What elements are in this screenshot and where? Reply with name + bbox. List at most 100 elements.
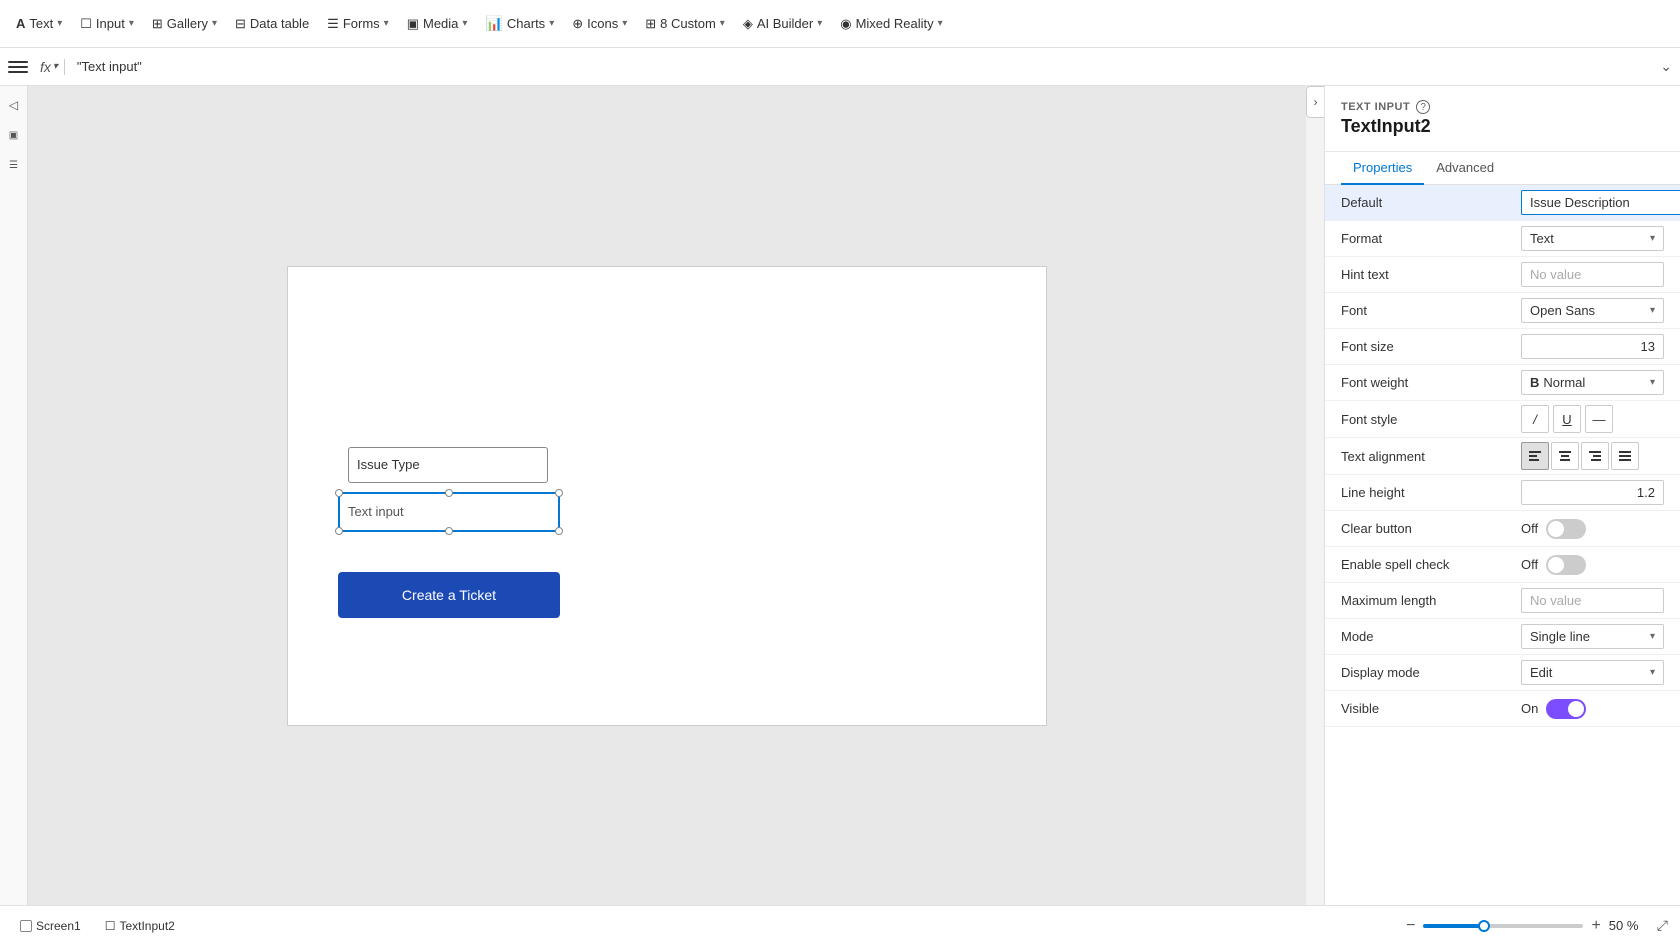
formula-bar: fx ▾ "Text input" ⌄ [0, 48, 1680, 86]
default-label: Default [1341, 195, 1521, 210]
toolbar-ai-builder[interactable]: ◈ AI Builder ▾ [735, 12, 830, 36]
panel-tabs: Properties Advanced [1325, 152, 1680, 185]
input-icon: ☐ [80, 16, 92, 32]
left-nav-back-icon[interactable]: ◁ [3, 94, 25, 116]
zoom-minus-button[interactable]: − [1406, 917, 1415, 935]
mixed-reality-chevron-icon: ▾ [938, 18, 943, 29]
format-chevron-icon: ▾ [1650, 233, 1655, 244]
font-chevron-icon: ▾ [1650, 305, 1655, 316]
forms-chevron-icon: ▾ [384, 18, 389, 29]
gallery-chevron-icon: ▾ [212, 18, 217, 29]
toolbar-icons[interactable]: ⊕ Icons ▾ [564, 12, 635, 36]
format-select[interactable]: Text ▾ [1521, 226, 1664, 251]
default-input[interactable] [1521, 190, 1680, 215]
mode-select[interactable]: Single line ▾ [1521, 624, 1664, 649]
left-panel: ◁ ▣ ☰ [0, 86, 28, 905]
icons-icon: ⊕ [572, 16, 583, 32]
visible-toggle[interactable] [1546, 699, 1586, 719]
textinput-icon: ☐ [105, 919, 116, 933]
prop-text-alignment: Text alignment [1325, 438, 1680, 475]
toolbar-custom[interactable]: ⊞ 8 Custom ▾ [637, 12, 733, 36]
clear-button-toggle[interactable] [1546, 519, 1586, 539]
handle-tr[interactable] [555, 489, 563, 497]
formula-expand-icon[interactable]: ⌄ [1660, 58, 1672, 75]
align-left-button[interactable] [1521, 442, 1549, 470]
handle-bc[interactable] [445, 527, 453, 535]
font-select[interactable]: Open Sans ▾ [1521, 298, 1664, 323]
prop-format: Format Text ▾ [1325, 221, 1680, 257]
mixed-reality-icon: ◉ [840, 16, 851, 32]
font-size-input[interactable]: 13 [1521, 334, 1664, 359]
align-justify-icon [1618, 449, 1632, 463]
toolbar-media[interactable]: ▣ Media ▾ [399, 12, 476, 36]
hint-text-input[interactable]: No value [1521, 262, 1664, 287]
media-icon: ▣ [407, 16, 419, 32]
prop-font: Font Open Sans ▾ [1325, 293, 1680, 329]
toolbar-text-label: Text [29, 16, 53, 31]
toolbar-mixed-reality[interactable]: ◉ Mixed Reality ▾ [832, 12, 950, 36]
formula-fx[interactable]: fx ▾ [34, 59, 65, 75]
prop-hint-text: Hint text No value [1325, 257, 1680, 293]
issue-type-text: Issue Type [357, 457, 420, 472]
toolbar-datatable[interactable]: ⊟ Data table [227, 12, 317, 36]
line-height-input[interactable]: 1.2 [1521, 480, 1664, 505]
align-justify-button[interactable] [1611, 442, 1639, 470]
toolbar-gallery[interactable]: ⊞ Gallery ▾ [144, 12, 225, 36]
zoom-plus-button[interactable]: + [1591, 917, 1600, 935]
zoom-thumb[interactable] [1478, 920, 1490, 932]
font-value: Open Sans [1530, 303, 1595, 318]
format-value: Text [1530, 231, 1554, 246]
line-height-value: 1.2 [1637, 485, 1655, 500]
screen1-label: Screen1 [36, 919, 81, 933]
clear-button-label: Clear button [1341, 521, 1521, 536]
canvas-issue-type-dropdown[interactable]: Issue Type [348, 447, 548, 483]
spell-check-label: Enable spell check [1341, 557, 1521, 572]
handle-tl[interactable] [335, 489, 343, 497]
font-size-value: 13 [1641, 339, 1655, 354]
zoom-controls: − + 50 % ⤢ [1406, 917, 1668, 935]
italic-button[interactable]: / [1521, 405, 1549, 433]
text-chevron-icon: ▾ [57, 18, 62, 29]
main-layout: ◁ ▣ ☰ Issue Type Text inpu [0, 86, 1680, 905]
charts-chevron-icon: ▾ [549, 18, 554, 29]
mode-value: Single line [1530, 629, 1590, 644]
font-weight-select[interactable]: B Normal ▾ [1521, 370, 1664, 395]
align-left-icon [1528, 449, 1542, 463]
toolbar-charts[interactable]: 📊 Charts ▾ [477, 11, 562, 36]
zoom-slider[interactable] [1423, 924, 1583, 928]
strikethrough-button[interactable]: — [1585, 405, 1613, 433]
toolbar-forms[interactable]: ☰ Forms ▾ [319, 12, 397, 36]
help-icon[interactable]: ? [1416, 100, 1430, 114]
tab-properties[interactable]: Properties [1341, 152, 1424, 185]
left-nav-item1[interactable]: ▣ [3, 124, 25, 146]
align-right-button[interactable] [1581, 442, 1609, 470]
toolbar-text[interactable]: A Text ▾ [8, 12, 70, 35]
canvas-text-input[interactable]: Text input [338, 492, 560, 532]
handle-bl[interactable] [335, 527, 343, 535]
tab-advanced[interactable]: Advanced [1424, 152, 1506, 185]
formula-input[interactable]: "Text input" [71, 57, 1654, 76]
handle-tc[interactable] [445, 489, 453, 497]
prop-clear-button: Clear button Off [1325, 511, 1680, 547]
ai-builder-chevron-icon: ▾ [817, 18, 822, 29]
fullscreen-icon[interactable]: ⤢ [1657, 917, 1668, 934]
toolbar-mixed-reality-label: Mixed Reality [856, 16, 934, 31]
prop-default: Default [1325, 185, 1680, 221]
textinput2-item[interactable]: ☐ TextInput2 [97, 915, 183, 937]
max-length-input[interactable]: No value [1521, 588, 1664, 613]
hamburger-menu[interactable] [8, 57, 28, 77]
toolbar-input[interactable]: ☐ Input ▾ [72, 12, 142, 36]
canvas-create-ticket-button[interactable]: Create a Ticket [338, 572, 560, 618]
left-nav-item2[interactable]: ☰ [3, 154, 25, 176]
underline-button[interactable]: U [1553, 405, 1581, 433]
fx-chevron-icon[interactable]: ▾ [53, 61, 58, 72]
spell-check-toggle[interactable] [1546, 555, 1586, 575]
handle-br[interactable] [555, 527, 563, 535]
max-length-placeholder: No value [1530, 593, 1581, 608]
canvas-area[interactable]: Issue Type Text input Create a Ticket [28, 86, 1306, 905]
font-weight-value: Normal [1543, 375, 1585, 390]
align-center-button[interactable] [1551, 442, 1579, 470]
screen1-item[interactable]: Screen1 [12, 915, 89, 937]
right-panel-expand-button[interactable]: › [1306, 86, 1324, 118]
display-mode-select[interactable]: Edit ▾ [1521, 660, 1664, 685]
